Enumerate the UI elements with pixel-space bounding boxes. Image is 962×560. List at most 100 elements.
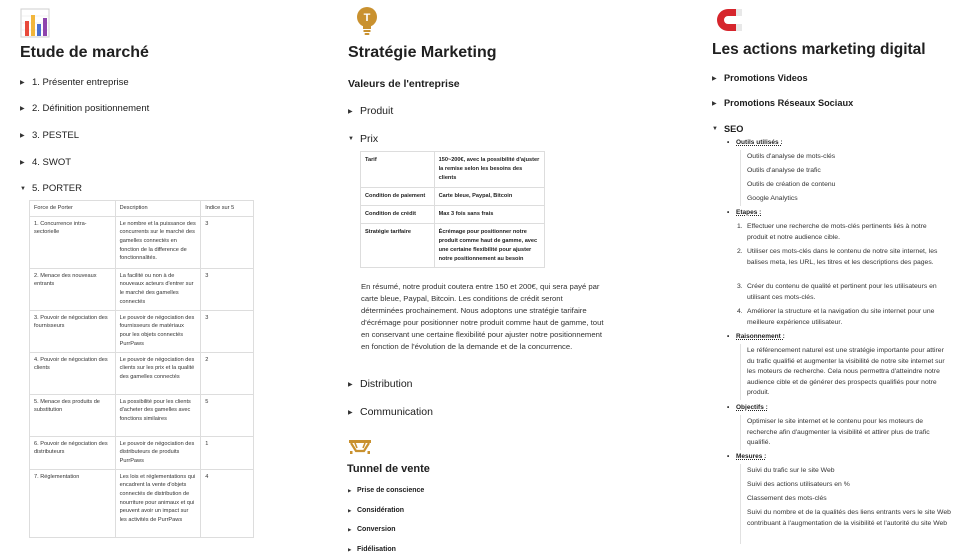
- list-item: Outils d'analyse de trafic: [747, 167, 821, 174]
- toggle-promotions-reseaux-sociaux[interactable]: ▶ Promotions Réseaux Sociaux: [712, 98, 853, 108]
- triangle-right-icon: ▶: [20, 80, 25, 86]
- step-number: 4.: [737, 308, 743, 315]
- triangle-right-icon: ▶: [20, 133, 25, 139]
- table-cell: Le pouvoir de négociation des fournisseu…: [114, 309, 202, 353]
- table-row: 7. Réglementation Les lois et réglementa…: [29, 468, 254, 538]
- triangle-right-icon: ▶: [712, 100, 717, 107]
- lightbulb-icon: T: [356, 6, 378, 36]
- table-cell: 1: [200, 435, 254, 470]
- table-cell: Le pouvoir de négociation des distribute…: [114, 435, 202, 470]
- digital-marketing-column: Les actions marketing digital ▶ Promotio…: [712, 0, 957, 560]
- toggle-distribution[interactable]: ▶ Distribution: [348, 378, 413, 390]
- market-study-column: Etude de marché ▶ 1. Présenter entrepris…: [20, 0, 258, 560]
- triangle-right-icon: ▶: [348, 487, 352, 493]
- list-item: Améliorer la structure et la navigation …: [747, 308, 935, 326]
- list-item: Suivi du nombre et de la qualités des li…: [747, 509, 951, 527]
- triangle-down-icon: ▼: [712, 126, 718, 132]
- toggle-seo[interactable]: ▼ SEO: [712, 124, 743, 134]
- bar-chart-icon: [20, 8, 50, 38]
- list-item: Effectuer une recherche de mots-clés per…: [747, 223, 927, 241]
- column-header: Force de Porter: [29, 200, 116, 217]
- marketing-strategy-column: T Stratégie Marketing Valeurs de l'entre…: [347, 0, 610, 560]
- triangle-down-icon: ▼: [348, 136, 354, 142]
- toggle-produit[interactable]: ▶ Produit: [348, 105, 393, 117]
- toggle-prix[interactable]: ▼ Prix: [348, 133, 378, 145]
- table-cell: Condition de paiement: [360, 186, 435, 206]
- table-row: 3. Pouvoir de négociation des fournisseu…: [29, 309, 254, 353]
- list-item: Outils de création de contenu: [747, 181, 836, 188]
- mesures-guide-line: [740, 464, 741, 544]
- table-cell: 3: [200, 309, 254, 353]
- table-cell: Les lois et réglementations qui encadren…: [114, 468, 202, 538]
- prix-table: Tarif 150~200€, avec la possibilité d'aj…: [360, 151, 546, 269]
- toggle-porter[interactable]: ▼ 5. PORTER: [20, 183, 82, 194]
- funnel-icon: [348, 439, 372, 455]
- triangle-right-icon: ▶: [348, 381, 353, 388]
- table-cell: 3: [200, 267, 254, 311]
- triangle-right-icon: ▶: [712, 75, 717, 82]
- toggle-conversion[interactable]: ▶ Conversion: [348, 526, 396, 533]
- toggle-swot[interactable]: ▶ 4. SWOT: [20, 157, 71, 168]
- list-item: Google Analytics: [747, 195, 798, 202]
- toggle-presenter-entreprise[interactable]: ▶ 1. Présenter entreprise: [20, 77, 129, 88]
- step-number: 1.: [737, 223, 743, 230]
- table-cell: La possibilité pour les clients d'achete…: [114, 393, 202, 437]
- prix-summary: En résumé, notre produit coutera entre 1…: [361, 282, 604, 351]
- table-cell: 3. Pouvoir de négociation des fournisseu…: [29, 309, 116, 353]
- toggle-definition-positionnement[interactable]: ▶ 2. Définition positionnement: [20, 103, 149, 114]
- table-cell: 1. Concurrence intra-sectorielle: [29, 215, 116, 269]
- step-number: 3.: [737, 283, 743, 290]
- table-header-row: Force de Porter Description Indice sur 5: [29, 200, 254, 217]
- table-cell: Stratégie tarifaire: [360, 222, 435, 269]
- tunnel-title: Tunnel de vente: [347, 463, 430, 475]
- list-item: Créer du contenu de qualité et pertinent…: [747, 283, 937, 301]
- table-cell: 5: [200, 393, 254, 437]
- toggle-prise-de-conscience[interactable]: ▶ Prise de conscience: [348, 487, 424, 494]
- outils-guide-line: [740, 150, 741, 206]
- table-cell: 4. Pouvoir de négociation des clients: [29, 351, 116, 395]
- list-item: Suivi des actions utilisateurs en %: [747, 481, 850, 488]
- list-item: Outils d'analyse de mots-clés: [747, 153, 836, 160]
- triangle-right-icon: ▶: [348, 108, 353, 115]
- mesures-label: Mesures :: [727, 453, 766, 460]
- table-row: Tarif 150~200€, avec la possibilité d'aj…: [360, 151, 546, 188]
- table-row: 1. Concurrence intra-sectorielle Le nomb…: [29, 215, 254, 269]
- outils-label: Outils utilisés :: [727, 139, 783, 146]
- toggle-pestel[interactable]: ▶ 3. PESTEL: [20, 130, 79, 141]
- column-header: Description: [114, 200, 202, 217]
- step-number: 2.: [737, 248, 743, 255]
- list-item: Classement des mots-clés: [747, 495, 827, 502]
- table-cell: 4: [200, 468, 254, 538]
- triangle-right-icon: ▶: [348, 526, 352, 532]
- triangle-down-icon: ▼: [20, 185, 26, 192]
- table-cell: Condition de crédit: [360, 204, 435, 224]
- table-cell: 2: [200, 351, 254, 395]
- triangle-right-icon: ▶: [348, 507, 352, 513]
- objectifs-label: Objectifs :: [727, 404, 768, 411]
- table-cell: 2. Menace des nouveaux entrants: [29, 267, 116, 311]
- raisonnement-guide-line: [740, 344, 741, 400]
- raisonnement-label: Raisonnement :: [727, 333, 785, 340]
- page-title: Les actions marketing digital: [712, 41, 926, 58]
- table-cell: Tarif: [360, 151, 435, 188]
- table-cell: 150~200€, avec la possibilité d'ajuster …: [433, 151, 546, 188]
- page-title: Stratégie Marketing: [348, 44, 497, 61]
- table-cell: Le pouvoir de négociation des clients su…: [114, 351, 202, 395]
- table-cell: Écrémage pour positionner notre produit …: [433, 222, 546, 269]
- table-row: Condition de crédit Max 3 fois sans frai…: [360, 204, 546, 224]
- toggle-promotions-videos[interactable]: ▶ Promotions Videos: [712, 73, 808, 83]
- toggle-consideration[interactable]: ▶ Considération: [348, 507, 404, 514]
- table-row: Stratégie tarifaire Écrémage pour positi…: [360, 222, 546, 269]
- triangle-right-icon: ▶: [20, 106, 25, 112]
- magnet-icon: [714, 5, 744, 35]
- table-row: 6. Pouvoir de négociation des distribute…: [29, 435, 254, 470]
- table-row: 5. Menace des produits de substitution L…: [29, 393, 254, 437]
- table-cell: Le nombre et la puissance des concurrent…: [114, 215, 202, 269]
- etapes-label: Etapes :: [727, 209, 761, 216]
- porter-table: Force de Porter Description Indice sur 5…: [29, 200, 254, 538]
- toggle-communication[interactable]: ▶ Communication: [348, 406, 433, 418]
- column-header: Indice sur 5: [200, 200, 254, 217]
- toggle-fidelisation[interactable]: ▶ Fidélisation: [348, 546, 396, 553]
- table-cell: 7. Réglementation: [29, 468, 116, 538]
- list-item: Suivi du trafic sur le site Web: [747, 467, 835, 474]
